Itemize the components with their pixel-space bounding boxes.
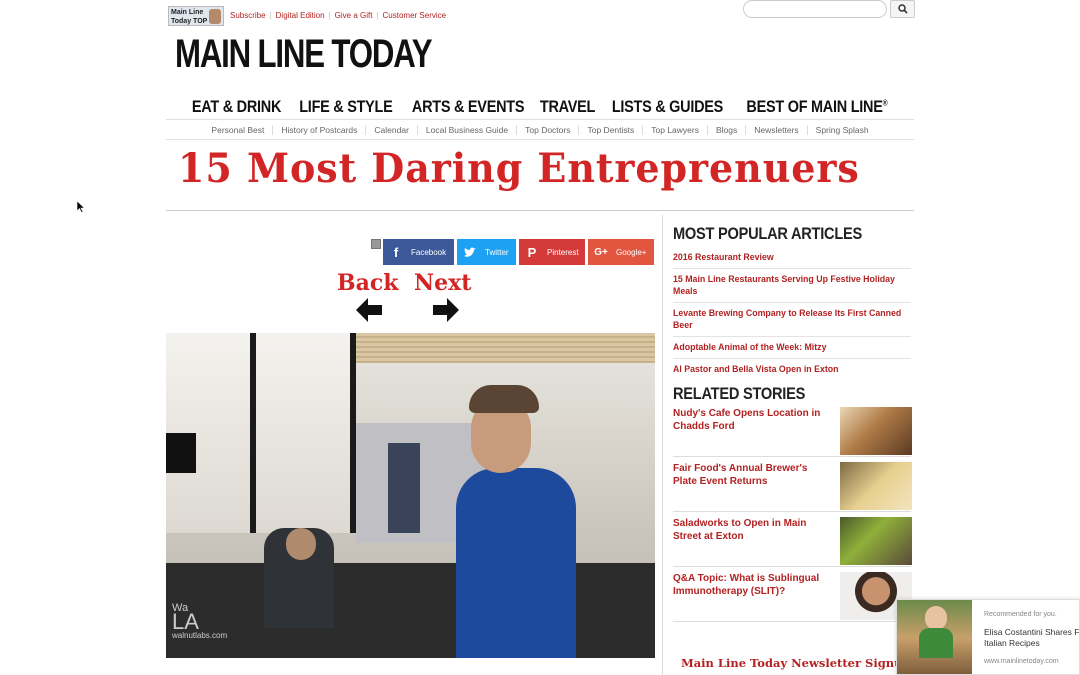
related-story[interactable]: Q&A Topic: What is Sublingual Immunother… xyxy=(673,572,912,622)
related-story[interactable]: Saladworks to Open in Main Street at Ext… xyxy=(673,517,912,567)
twitter-share-button[interactable]: Twitter xyxy=(457,239,516,265)
recommendation-title[interactable]: Elisa Costantini Shares F Italian Recipe… xyxy=(984,627,1079,649)
arrow-right-icon[interactable] xyxy=(433,298,459,322)
next-link[interactable]: Next xyxy=(414,270,471,296)
related-story-thumbnail[interactable] xyxy=(840,517,912,565)
door xyxy=(388,443,420,533)
subnav-local-business-guide[interactable]: Local Business Guide xyxy=(418,124,518,135)
nav-best-label: BEST OF MAIN LINE xyxy=(746,97,883,116)
floor xyxy=(166,563,655,658)
subnav-personal-best[interactable]: Personal Best xyxy=(203,124,274,135)
related-story-thumbnail[interactable] xyxy=(840,407,912,455)
window-pane xyxy=(256,333,356,533)
gallery-photo[interactable]: Wa LA walnutlabs.com xyxy=(166,333,655,658)
related-story-thumbnail[interactable] xyxy=(840,462,912,510)
subnav-history-postcards[interactable]: History of Postcards xyxy=(273,124,367,135)
related-story[interactable]: Nudy's Cafe Opens Location in Chadds For… xyxy=(673,407,912,457)
recommendation-source: www.mainlinetoday.com xyxy=(984,658,1059,665)
related-story-title[interactable]: Fair Food's Annual Brewer's Plate Event … xyxy=(673,462,833,488)
site-logo[interactable]: MAIN LINE TODAY xyxy=(175,32,433,77)
photo-watermark: Wa LA walnutlabs.com xyxy=(172,601,227,643)
related-story-title[interactable]: Nudy's Cafe Opens Location in Chadds For… xyxy=(673,407,833,433)
subnav-blogs[interactable]: Blogs xyxy=(708,124,747,135)
most-popular-heading: MOST POPULAR ARTICLES xyxy=(673,224,862,243)
recommendation-title-line: Italian Recipes xyxy=(984,638,1040,648)
mini-magazine-logo[interactable]: Main Line Today TOP xyxy=(168,6,224,26)
search-input[interactable] xyxy=(743,0,887,18)
recommendation-popup[interactable]: Recommended for you. Elisa Costantini Sh… xyxy=(896,599,1080,675)
recommendation-label: Recommended for you. xyxy=(984,611,1057,618)
subnav-top-lawyers[interactable]: Top Lawyers xyxy=(643,124,708,135)
googleplus-share-button[interactable]: G+ Google+ xyxy=(588,239,654,265)
nav-lists-guides[interactable]: LISTS & GUIDES xyxy=(612,97,723,119)
recommendation-thumbnail[interactable] xyxy=(897,600,972,674)
facebook-label: Facebook xyxy=(411,247,447,257)
divider xyxy=(166,210,914,211)
twitter-label: Twitter xyxy=(485,247,509,257)
subnav-newsletters[interactable]: Newsletters xyxy=(746,124,808,135)
speaker-hat xyxy=(469,385,539,413)
search-button[interactable] xyxy=(890,0,915,18)
related-story-title[interactable]: Saladworks to Open in Main Street at Ext… xyxy=(673,517,833,543)
chef-head xyxy=(925,606,947,630)
search-icon xyxy=(897,4,908,14)
recommendation-title-line: Elisa Costantini Shares F xyxy=(984,627,1080,637)
facebook-icon: f xyxy=(393,244,399,260)
speaker-body xyxy=(456,468,576,658)
facebook-share-button[interactable]: f Facebook xyxy=(383,239,454,265)
subnav-top-dentists[interactable]: Top Dentists xyxy=(579,124,644,135)
print-icon[interactable] xyxy=(371,239,381,249)
customer-service-link[interactable]: Customer Service xyxy=(383,11,447,20)
related-stories-heading: RELATED STORIES xyxy=(673,384,806,403)
related-story[interactable]: Fair Food's Annual Brewer's Plate Event … xyxy=(673,462,912,512)
nav-travel[interactable]: TRAVEL xyxy=(540,97,595,119)
popular-article-link[interactable]: Al Pastor and Bella Vista Open in Exton xyxy=(673,362,911,380)
popular-article-link[interactable]: Levante Brewing Company to Release Its F… xyxy=(673,306,911,337)
twitter-icon xyxy=(461,239,479,265)
video-camera xyxy=(166,433,196,473)
most-popular-list: 2016 Restaurant Review 15 Main Line Rest… xyxy=(673,250,911,383)
popular-article-link[interactable]: Adoptable Animal of the Week: Mitzy xyxy=(673,340,911,359)
newsletter-signup-heading[interactable]: Main Line Today Newsletter Signup xyxy=(681,656,897,670)
subscribe-link[interactable]: Subscribe xyxy=(230,11,266,20)
separator: | xyxy=(376,11,379,20)
mouse-cursor-icon xyxy=(77,201,85,213)
googleplus-icon: G+ xyxy=(594,246,608,258)
page-title: 15 Most Daring Entreprenuers xyxy=(178,145,860,192)
popular-article-link[interactable]: 15 Main Line Restaurants Serving Up Fest… xyxy=(673,272,911,303)
nav-best-of-main-line[interactable]: BEST OF MAIN LINE® xyxy=(747,97,888,119)
popular-article-link[interactable]: 2016 Restaurant Review xyxy=(673,250,911,269)
digital-edition-link[interactable]: Digital Edition xyxy=(276,11,325,20)
main-nav: EAT & DRINK LIFE & STYLE ARTS & EVENTS T… xyxy=(166,97,914,119)
watermark-mid: LA xyxy=(172,609,199,634)
column-divider xyxy=(662,215,663,675)
arrow-left-icon[interactable] xyxy=(356,298,382,322)
nav-life-style[interactable]: LIFE & STYLE xyxy=(299,97,393,119)
subnav-spring-splash[interactable]: Spring Splash xyxy=(808,125,877,135)
back-link[interactable]: Back xyxy=(337,270,399,296)
give-gift-link[interactable]: Give a Gift xyxy=(335,11,373,20)
googleplus-label: Google+ xyxy=(616,247,647,257)
cover-image xyxy=(209,9,221,24)
registered-mark: ® xyxy=(882,98,888,108)
pinterest-icon: P xyxy=(527,244,537,260)
watermark-bottom: walnutlabs.com xyxy=(172,631,228,640)
sub-nav: Personal Best History of Postcards Calen… xyxy=(166,119,914,140)
separator: | xyxy=(328,11,331,20)
nav-eat-drink[interactable]: EAT & DRINK xyxy=(192,97,282,119)
subnav-top-doctors[interactable]: Top Doctors xyxy=(517,124,580,135)
nav-arts-events[interactable]: ARTS & EVENTS xyxy=(412,97,525,119)
pinterest-label: Pinterest xyxy=(547,247,579,257)
seated-person-head xyxy=(286,528,316,560)
separator: | xyxy=(269,11,272,20)
utility-links: Subscribe | Digital Edition | Give a Gift | Cu… xyxy=(230,11,446,20)
pinterest-share-button[interactable]: P Pinterest xyxy=(519,239,585,265)
chef-apron xyxy=(919,628,953,658)
mini-logo-text: Main Line Today TOP xyxy=(171,9,208,25)
related-story-title[interactable]: Q&A Topic: What is Sublingual Immunother… xyxy=(673,572,833,598)
subnav-calendar[interactable]: Calendar xyxy=(366,124,418,135)
